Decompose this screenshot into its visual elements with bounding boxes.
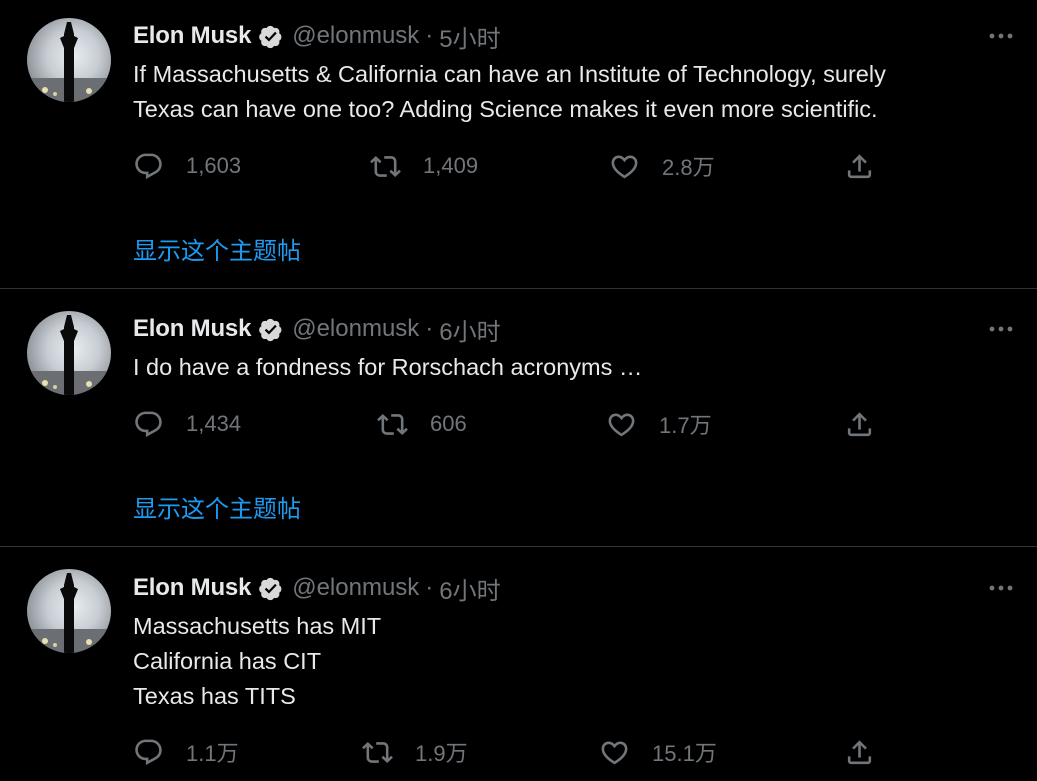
- reply-count: 1,434: [186, 411, 242, 436]
- tweet[interactable]: Elon Musk @elonmusk · 6小时 I do have a fo…: [0, 288, 1037, 546]
- retweet-button[interactable]: 1.9万: [362, 735, 468, 769]
- retweet-button[interactable]: 606: [377, 407, 467, 441]
- author-name[interactable]: Elon Musk: [133, 315, 251, 343]
- separator-dot: ·: [425, 315, 434, 342]
- share-icon: [847, 411, 872, 436]
- starship-avatar-image: [27, 315, 111, 395]
- share-button[interactable]: [844, 149, 875, 183]
- tweet-time[interactable]: 5小时: [439, 19, 500, 54]
- heart-icon: [608, 413, 635, 436]
- tweet-header: Elon Musk @elonmusk · 6小时: [133, 312, 501, 347]
- share-icon: [847, 153, 872, 178]
- author-handle[interactable]: @elonmusk: [292, 22, 419, 50]
- author-handle[interactable]: @elonmusk: [292, 315, 419, 343]
- retweet-button[interactable]: 1,409: [370, 149, 478, 183]
- tweet-text: I do have a fondness for Rorschach acron…: [133, 350, 1013, 385]
- retweet-count: 1,409: [423, 153, 479, 178]
- author-name[interactable]: Elon Musk: [133, 22, 251, 50]
- reply-button[interactable]: 1,603: [133, 149, 241, 183]
- more-options-icon[interactable]: [987, 315, 1015, 343]
- tweet-time[interactable]: 6小时: [439, 312, 500, 347]
- like-button[interactable]: 2.8万: [609, 149, 715, 183]
- tweet-text-line: Massachusetts has MIT: [133, 613, 382, 639]
- like-count: 1.7万: [659, 413, 712, 438]
- avatar[interactable]: [27, 311, 111, 395]
- retweet-count: 1.9万: [415, 741, 468, 766]
- reply-button[interactable]: 1,434: [133, 407, 241, 441]
- avatar[interactable]: [27, 18, 111, 102]
- share-button[interactable]: [844, 735, 875, 769]
- like-count: 15.1万: [652, 741, 717, 766]
- tweet-time[interactable]: 6小时: [439, 571, 500, 606]
- tweet-text-line: If Massachusetts & California can have a…: [133, 61, 886, 87]
- tweet-header: Elon Musk @elonmusk · 6小时: [133, 571, 501, 606]
- verified-badge-icon: [259, 577, 282, 600]
- share-button[interactable]: [844, 407, 875, 441]
- reply-icon: [135, 153, 162, 179]
- retweet-icon: [377, 413, 408, 435]
- reply-count: 1.1万: [186, 741, 239, 766]
- starship-avatar-image: [27, 22, 111, 102]
- tweet-text-line: California has CIT: [133, 648, 322, 674]
- heart-icon: [601, 741, 628, 764]
- more-options-icon[interactable]: [987, 574, 1015, 602]
- avatar[interactable]: [27, 569, 111, 653]
- starship-avatar-image: [27, 573, 111, 653]
- show-thread-link[interactable]: 显示这个主题帖: [133, 231, 301, 266]
- tweet-text-line: I do have a fondness for Rorschach acron…: [133, 354, 643, 380]
- show-thread-link[interactable]: 显示这个主题帖: [133, 489, 301, 524]
- tweet[interactable]: Elon Musk @elonmusk · 6小时 Massachusetts …: [0, 546, 1037, 781]
- tweet-text-line: Texas has TITS: [133, 683, 296, 709]
- reply-button[interactable]: 1.1万: [133, 735, 239, 769]
- retweet-icon: [362, 741, 393, 763]
- tweet-header: Elon Musk @elonmusk · 5小时: [133, 19, 501, 54]
- verified-badge-icon: [259, 318, 282, 341]
- share-icon: [847, 739, 872, 764]
- tweet-text: Massachusetts has MIT California has CIT…: [133, 609, 1013, 714]
- separator-dot: ·: [425, 574, 434, 601]
- tweet[interactable]: Elon Musk @elonmusk · 5小时 If Massachuset…: [0, 0, 1037, 288]
- author-name[interactable]: Elon Musk: [133, 574, 251, 602]
- more-options-icon[interactable]: [987, 22, 1015, 50]
- heart-icon: [611, 155, 638, 178]
- reply-icon: [135, 739, 162, 765]
- separator-dot: ·: [425, 22, 434, 49]
- reply-icon: [135, 411, 162, 437]
- tweet-text-line: Texas can have one too? Adding Science m…: [133, 96, 878, 122]
- like-button[interactable]: 1.7万: [606, 407, 712, 441]
- reply-count: 1,603: [186, 153, 242, 178]
- tweet-text: If Massachusetts & California can have a…: [133, 57, 1013, 127]
- retweet-count: 606: [430, 411, 467, 436]
- author-handle[interactable]: @elonmusk: [292, 574, 419, 602]
- verified-badge-icon: [259, 25, 282, 48]
- like-count: 2.8万: [662, 155, 715, 180]
- retweet-icon: [370, 155, 401, 177]
- like-button[interactable]: 15.1万: [599, 735, 717, 769]
